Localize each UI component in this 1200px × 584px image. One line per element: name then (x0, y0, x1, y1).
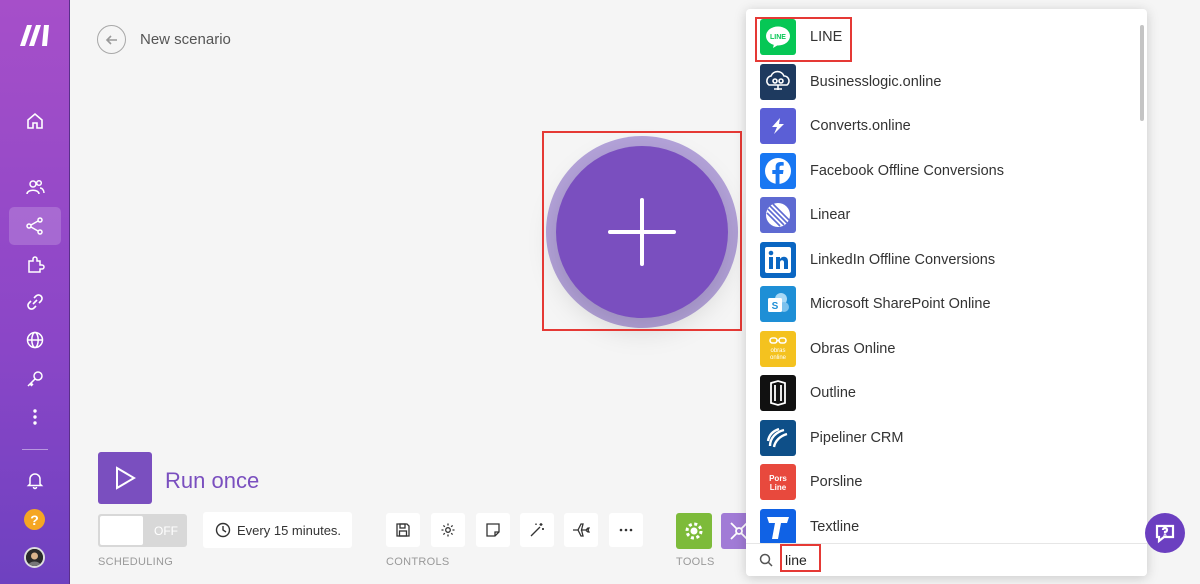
list-item[interactable]: Converts.online (746, 104, 1138, 149)
clock-icon (215, 522, 231, 538)
textline-app-icon (760, 508, 796, 545)
explain-flow-button[interactable] (564, 513, 598, 547)
support-chat-button[interactable] (1145, 513, 1185, 553)
more-button[interactable] (609, 513, 643, 547)
line-app-icon: LINE (760, 19, 796, 56)
app-name: Facebook Offline Conversions (810, 162, 1004, 179)
list-item[interactable]: Facebook Offline Conversions (746, 149, 1138, 194)
pipeliner-app-icon (760, 419, 796, 456)
app-name: Microsoft SharePoint Online (810, 296, 991, 313)
facebook-app-icon (760, 152, 796, 189)
sidebar-divider (22, 449, 48, 450)
svg-text:online: online (770, 355, 787, 361)
list-item[interactable]: LINE LINE (746, 15, 1138, 60)
svg-text:S: S (772, 301, 779, 312)
app-name: Converts.online (810, 118, 911, 135)
note-icon (486, 523, 500, 537)
app-name: Outline (810, 385, 856, 402)
svg-text:LINE: LINE (770, 34, 786, 41)
sidebar: ? (0, 0, 70, 584)
tools-gear-button[interactable] (676, 513, 712, 549)
more-vertical-icon[interactable] (22, 404, 48, 430)
users-icon[interactable] (22, 174, 48, 200)
gear-icon (441, 523, 455, 537)
magic-wand-icon (530, 523, 544, 537)
tools-section-label: TOOLS (676, 556, 715, 568)
toggle-knob (100, 516, 143, 545)
bell-icon[interactable] (22, 467, 48, 493)
app-picker-panel: LINE LINE Businesslogic.online Converts.… (746, 9, 1147, 576)
schedule-button[interactable]: Every 15 minutes. (203, 512, 352, 548)
list-item[interactable]: Linear (746, 193, 1138, 238)
porsline-app-icon: Pors Line (760, 464, 796, 501)
app-list: LINE LINE Businesslogic.online Converts.… (746, 15, 1138, 549)
help-icon[interactable]: ? (24, 509, 45, 530)
list-item[interactable]: obras online Obras Online (746, 327, 1138, 372)
linkedin-app-icon (760, 241, 796, 278)
settings-button[interactable] (431, 513, 465, 547)
linear-app-icon (760, 197, 796, 234)
plus-icon (608, 198, 676, 266)
back-button[interactable] (97, 25, 126, 54)
more-horizontal-icon (619, 528, 633, 532)
app-name: LINE (810, 29, 843, 46)
puzzle-icon[interactable] (22, 252, 48, 278)
add-module-button[interactable] (556, 146, 728, 318)
globe-icon[interactable] (22, 327, 48, 353)
search-icon (759, 553, 773, 567)
run-once-label[interactable]: Run once (165, 468, 259, 494)
svg-text:Line: Line (770, 483, 787, 492)
share-icon[interactable] (22, 213, 48, 239)
chat-help-icon (1155, 524, 1175, 544)
list-item[interactable]: Outline (746, 371, 1138, 416)
avatar[interactable] (24, 547, 45, 568)
outline-app-icon (760, 375, 796, 412)
app-name: Businesslogic.online (810, 73, 942, 90)
list-item[interactable]: Pors Line Porsline (746, 460, 1138, 505)
save-button[interactable] (386, 513, 420, 547)
tools-gear-icon (685, 522, 703, 540)
sharepoint-app-icon: S (760, 286, 796, 323)
businesslogic-app-icon (760, 63, 796, 100)
scrollbar-thumb[interactable] (1140, 25, 1144, 121)
auto-align-button[interactable] (520, 513, 554, 547)
controls-section-label: CONTROLS (386, 556, 450, 568)
app-name: Porsline (810, 474, 863, 491)
toggle-state-label: OFF (154, 524, 178, 538)
scheduling-section-label: SCHEDULING (98, 556, 174, 568)
save-icon (396, 523, 410, 537)
home-icon[interactable] (22, 108, 48, 134)
list-item[interactable]: S Microsoft SharePoint Online (746, 282, 1138, 327)
app-name: LinkedIn Offline Conversions (810, 251, 996, 268)
page-title[interactable]: New scenario (140, 31, 231, 48)
run-once-button[interactable] (98, 452, 152, 504)
app-name: Obras Online (810, 340, 896, 357)
converts-app-icon (760, 108, 796, 145)
svg-text:Pors: Pors (769, 474, 787, 483)
schedule-label: Every 15 minutes. (237, 522, 342, 538)
notes-button[interactable] (476, 513, 510, 547)
svg-text:obras: obras (770, 348, 785, 354)
app-search-input[interactable] (782, 548, 818, 572)
key-icon[interactable] (22, 366, 48, 392)
list-item[interactable]: Businesslogic.online (746, 60, 1138, 105)
list-item[interactable]: LinkedIn Offline Conversions (746, 238, 1138, 283)
arrow-left-icon (105, 34, 117, 45)
make-logo[interactable] (18, 22, 52, 48)
obras-online-app-icon: obras online (760, 330, 796, 367)
app-name: Linear (810, 207, 851, 224)
app-search-bar (746, 543, 1147, 576)
play-icon (116, 466, 136, 490)
link-icon[interactable] (22, 289, 48, 315)
list-item[interactable]: Pipeliner CRM (746, 416, 1138, 461)
app-name: Pipeliner CRM (810, 429, 904, 446)
airplane-icon (573, 523, 590, 537)
app-name: Textline (810, 518, 860, 535)
